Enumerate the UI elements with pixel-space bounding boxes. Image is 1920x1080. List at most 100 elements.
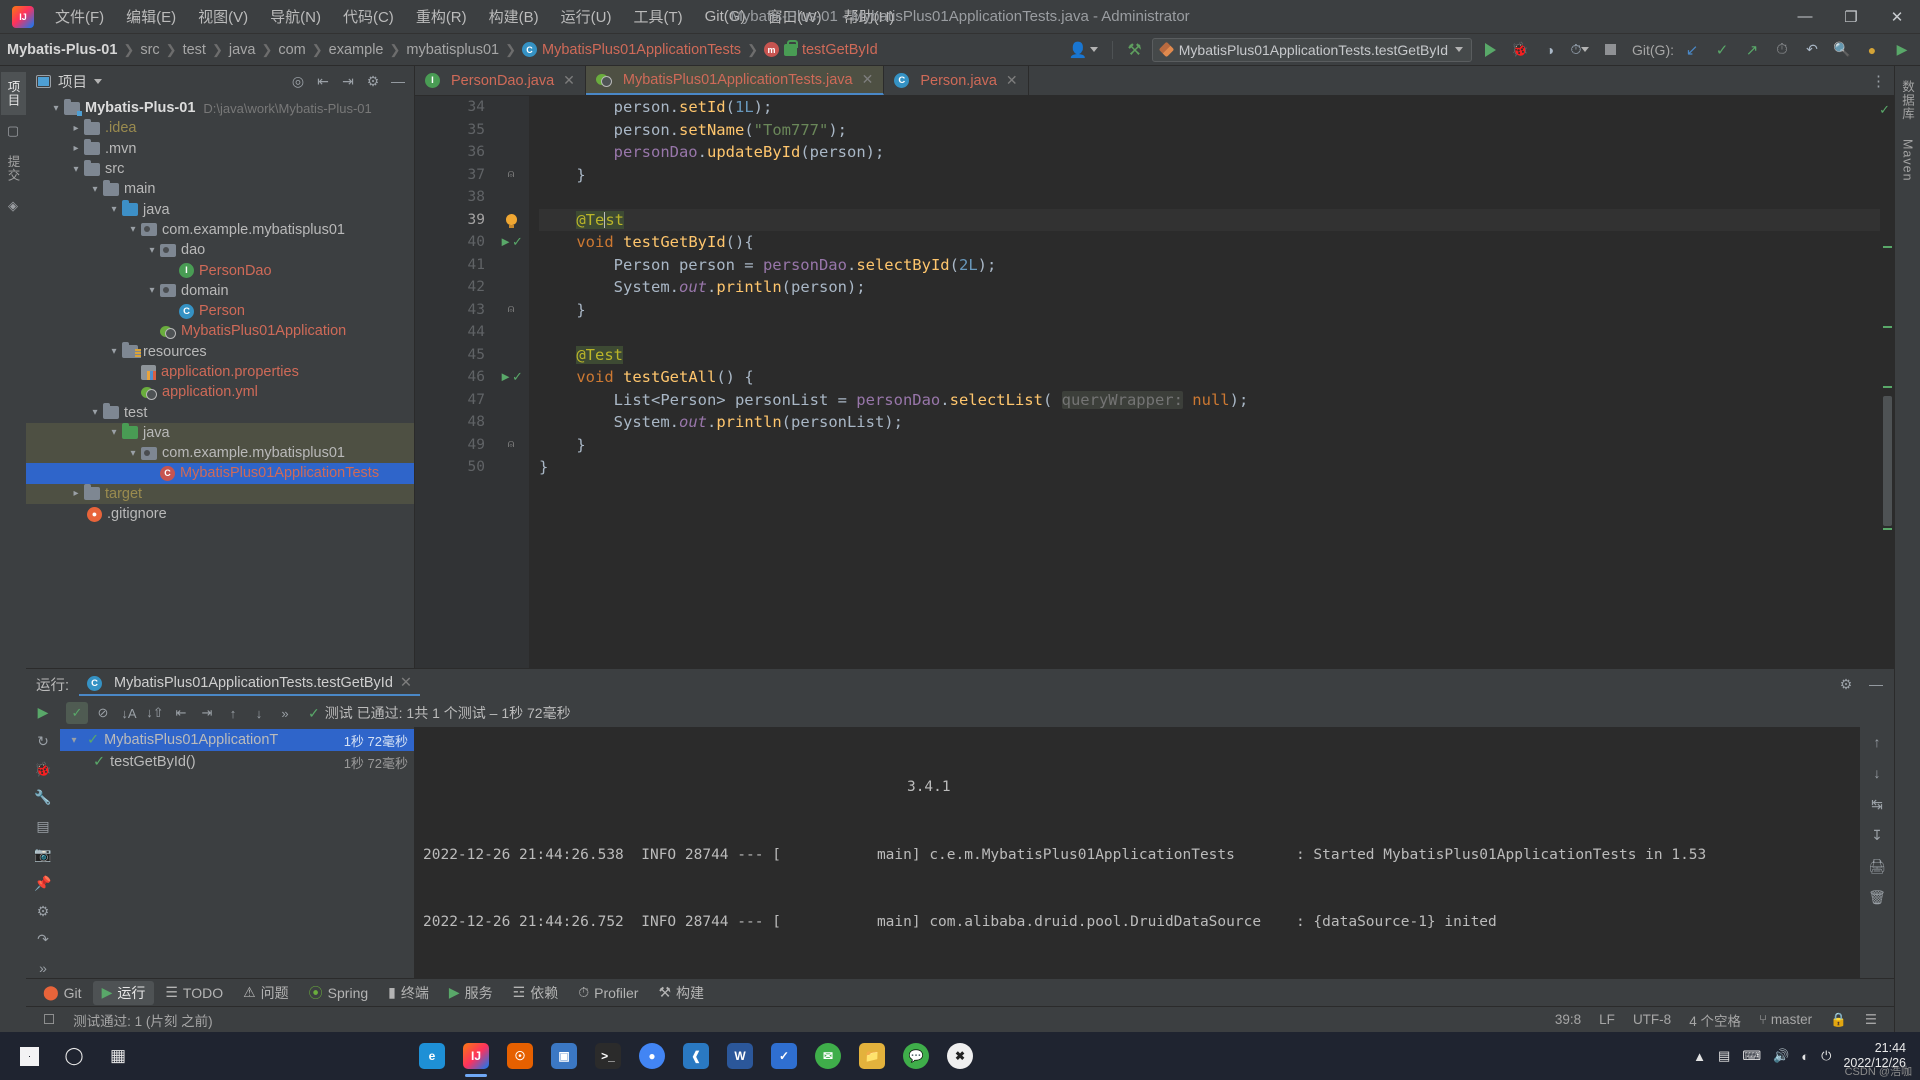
run-test-gutter-icon[interactable]: ►✓	[493, 366, 529, 389]
menu-item-window[interactable]: 窗口(W)	[756, 2, 832, 31]
breadcrumb-package[interactable]: mybatisplus01	[401, 40, 504, 60]
rerun-failed-icon[interactable]: ↻	[32, 731, 54, 750]
wrench-icon[interactable]: 🔧	[32, 788, 54, 807]
twisty-icon[interactable]: ▾	[125, 224, 141, 235]
terminal-icon[interactable]: >_	[586, 1033, 630, 1079]
menu-item-code[interactable]: 代码(C)	[332, 2, 405, 31]
tree-row-idea[interactable]: ▸ .idea	[26, 118, 414, 138]
collapse-all-icon[interactable]: ⇥	[196, 702, 218, 724]
bottom-item-terminal[interactable]: ▮ 终端	[379, 981, 438, 1005]
undo-icon[interactable]: ↶	[1800, 38, 1824, 62]
tree-row-gitignore[interactable]: ● .gitignore	[26, 504, 414, 524]
explorer-icon[interactable]: 📁	[850, 1033, 894, 1079]
tree-row-application-properties[interactable]: application.properties	[26, 362, 414, 382]
firefox-icon[interactable]: ☉	[498, 1033, 542, 1079]
intention-bulb-icon[interactable]	[493, 209, 529, 232]
git-branch[interactable]: ⑂ master	[1750, 1012, 1821, 1027]
update-project-icon[interactable]: ↙	[1680, 38, 1704, 62]
tree-row-persondao[interactable]: I PersonDao	[26, 260, 414, 280]
twisty-icon[interactable]: ▸	[68, 143, 84, 154]
tree-row-test[interactable]: ▾ test	[26, 402, 414, 422]
tool-window-maven[interactable]: Maven	[1898, 131, 1918, 190]
rerun-icon[interactable]: ▶	[32, 703, 54, 722]
next-failed-icon[interactable]: ↓	[248, 702, 270, 724]
breadcrumb-project[interactable]: Mybatis-Plus-01	[2, 40, 122, 60]
twisty-icon[interactable]: ▸	[68, 488, 84, 499]
menu-item-navigate[interactable]: 导航(N)	[259, 2, 332, 31]
twisty-icon[interactable]: ▸	[68, 123, 84, 134]
tree-row-dao[interactable]: ▾ dao	[26, 240, 414, 260]
tray-display-icon[interactable]: ▤	[1718, 1048, 1730, 1064]
editor-tabs[interactable]: I PersonDao.java ✕ MybatisPlus01Applicat…	[415, 66, 1894, 96]
menu-item-help[interactable]: 帮助(H)	[833, 2, 906, 31]
push-icon[interactable]: ↗	[1740, 38, 1764, 62]
locate-icon[interactable]: ◎	[288, 71, 308, 91]
pin-icon[interactable]: 📌	[32, 873, 54, 892]
bottom-item-todo[interactable]: ☰ TODO	[156, 982, 232, 1003]
history-icon[interactable]: ⏱	[1770, 38, 1794, 62]
caret-position[interactable]: 39:8	[1546, 1012, 1590, 1027]
scrollbar-thumb[interactable]	[1883, 396, 1892, 526]
menu-item-file[interactable]: 文件(F)	[44, 2, 115, 31]
breadcrumb-java[interactable]: java	[224, 40, 261, 60]
show-passed-icon[interactable]: ✓	[66, 702, 88, 724]
stop-button[interactable]	[1598, 38, 1622, 62]
file-encoding[interactable]: UTF-8	[1624, 1012, 1680, 1027]
close-tab-icon[interactable]: ✕	[563, 72, 575, 89]
line-separator[interactable]: LF	[1590, 1012, 1624, 1027]
project-tree[interactable]: ▾ Mybatis-Plus-01 D:\java\work\Mybatis-P…	[26, 96, 414, 668]
hide-ignored-icon[interactable]: ⊘	[92, 702, 114, 724]
tree-row-application-tests[interactable]: C MybatisPlus01ApplicationTests	[26, 463, 414, 484]
wechat-icon[interactable]: 💬	[894, 1033, 938, 1079]
tool-window-project[interactable]: 项目	[0, 72, 26, 115]
close-button[interactable]: ✕	[1874, 0, 1920, 34]
tray-battery-icon[interactable]: ⏻	[1821, 1048, 1831, 1064]
soft-wrap-icon[interactable]: ↹	[1866, 793, 1888, 815]
bottom-item-build[interactable]: ⚒ 构建	[649, 981, 713, 1005]
tree-row-src[interactable]: ▾ src	[26, 159, 414, 179]
tree-row-test-java[interactable]: ▾ java	[26, 422, 414, 444]
bottom-item-spring[interactable]: ⦿ Spring	[300, 981, 377, 1005]
tree-row-package-test[interactable]: ▾ com.example.mybatisplus01	[26, 443, 414, 464]
tree-row-target[interactable]: ▸ target	[26, 483, 414, 504]
scroll-up-icon[interactable]: ↑	[1866, 731, 1888, 753]
hide-panel-icon[interactable]: —	[388, 71, 408, 91]
screenshot-icon[interactable]: 📷	[32, 845, 54, 864]
test-tree-row-method[interactable]: ✓ testGetById() 1秒 72毫秒	[60, 751, 414, 773]
maximize-button[interactable]: ❐	[1828, 0, 1874, 34]
tray-volume-icon[interactable]: 🔊	[1773, 1048, 1789, 1064]
fold-end-icon[interactable]: ⍝	[493, 299, 529, 322]
menu-bar[interactable]: 文件(F) 编辑(E) 视图(V) 导航(N) 代码(C) 重构(R) 构建(B…	[44, 2, 905, 31]
menu-item-refactor[interactable]: 重构(R)	[405, 2, 478, 31]
menu-item-build[interactable]: 构建(B)	[478, 2, 550, 31]
other-app-icon[interactable]: ✖	[938, 1033, 982, 1079]
breadcrumb-test[interactable]: test	[178, 40, 211, 60]
layout-icon[interactable]: ▤	[32, 817, 54, 836]
idea-icon[interactable]: IJ	[454, 1033, 498, 1079]
bottom-item-git[interactable]: ⬤ Git	[34, 982, 91, 1003]
tool-window-database[interactable]: 数据库	[1895, 72, 1920, 129]
search-taskbar-icon[interactable]: ◯	[52, 1033, 96, 1079]
editor-tabs-more[interactable]: ⋮	[1863, 66, 1894, 95]
twisty-icon[interactable]: ▾	[144, 245, 160, 256]
tree-row-main[interactable]: ▾ main	[26, 179, 414, 199]
editor-tab-persondao[interactable]: I PersonDao.java ✕	[415, 66, 586, 95]
ide-play-icon[interactable]: ▶	[1890, 38, 1914, 62]
user-icon[interactable]: 👤	[1065, 41, 1103, 59]
tree-row-main-java[interactable]: ▾ java	[26, 199, 414, 219]
test-tree-row-class[interactable]: ▾ ✓ MybatisPlus01ApplicationT 1秒 72毫秒	[60, 729, 414, 751]
export-icon[interactable]: ↷	[32, 930, 54, 949]
tree-row-project[interactable]: ▾ Mybatis-Plus-01 D:\java\work\Mybatis-P…	[26, 98, 414, 118]
bottom-item-dependencies[interactable]: ☲ 依赖	[504, 981, 568, 1005]
menu-item-tools[interactable]: 工具(T)	[622, 2, 693, 31]
tool-window-commit[interactable]: 提交	[1, 147, 26, 190]
twisty-icon[interactable]: ▾	[106, 346, 122, 357]
fold-end-icon[interactable]: ⍝	[493, 434, 529, 457]
tree-row-application-yml[interactable]: application.yml	[26, 382, 414, 402]
tree-row-domain[interactable]: ▾ domain	[26, 281, 414, 301]
editor-scrollbar[interactable]: ✓	[1879, 96, 1894, 668]
todo-app-icon[interactable]: ✓	[762, 1033, 806, 1079]
tray-network-icon[interactable]: ◐	[1801, 1049, 1809, 1064]
sort-alpha-icon[interactable]: ↓A	[118, 702, 140, 724]
vscode-icon[interactable]: ❰	[674, 1033, 718, 1079]
